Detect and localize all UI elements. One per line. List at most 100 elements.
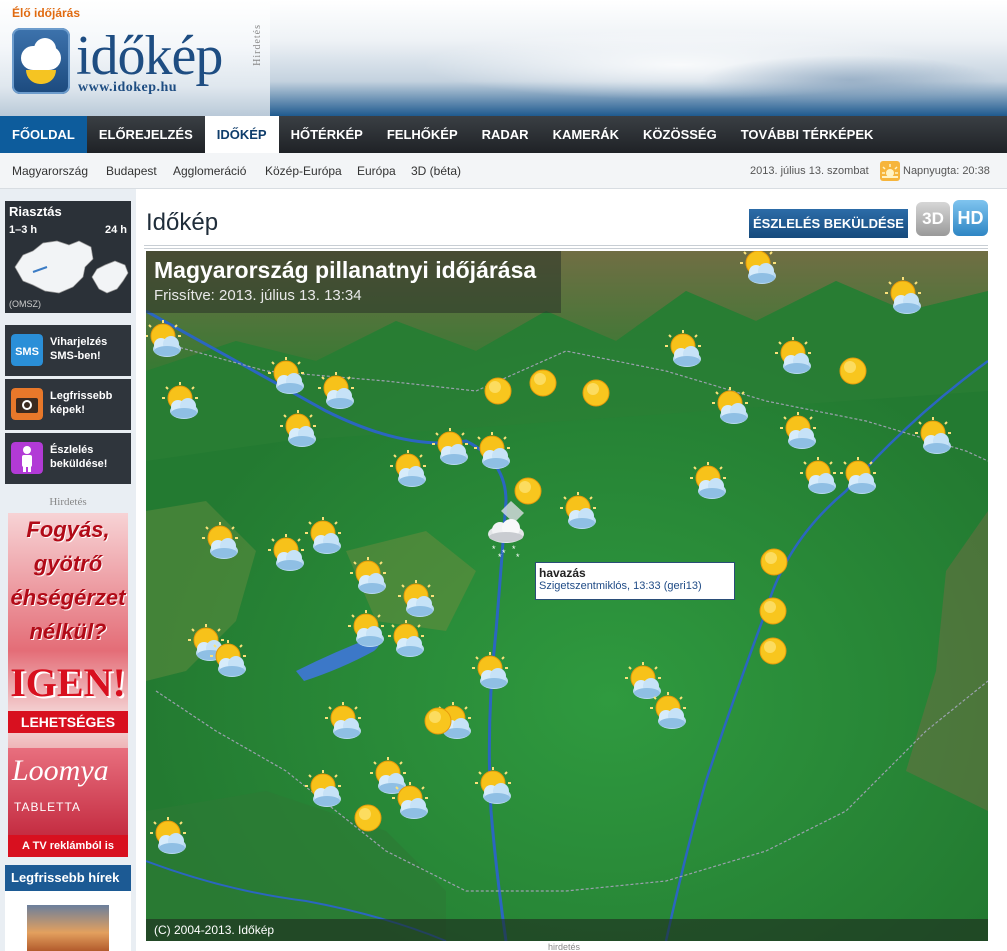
partly-cloudy-icon[interactable] <box>708 386 752 430</box>
sunny-icon[interactable] <box>751 629 795 673</box>
partly-cloudy-icon[interactable] <box>556 491 600 535</box>
ad-line-2: gyötrő <box>33 551 103 576</box>
alert-title: Riasztás <box>9 204 62 219</box>
partly-cloudy-icon[interactable] <box>276 409 320 453</box>
left-sidebar: Riasztás 1–3 h 24 h (OMSZ) SMS Viharjelz… <box>0 189 136 951</box>
partly-cloudy-icon[interactable] <box>796 456 840 500</box>
partly-cloudy-icon[interactable] <box>686 461 730 505</box>
partly-cloudy-icon[interactable] <box>386 449 430 493</box>
nav-item-idokep[interactable]: IDŐKÉP <box>204 116 279 153</box>
main-content: Időkép ÉSZLELÉS BEKÜLDÉSE 3D HD Magyaror… <box>136 189 1007 951</box>
sunny-icon[interactable] <box>521 361 565 405</box>
nav-item-felhokep[interactable]: FELHŐKÉP <box>375 116 470 153</box>
ad-line-3: éhségérzet <box>10 585 126 610</box>
submit-observation-button[interactable]: ÉSZLELÉS BEKÜLDÉSE <box>749 209 908 238</box>
sunny-icon[interactable] <box>831 349 875 393</box>
partly-cloudy-icon[interactable] <box>158 381 202 425</box>
tooltip-station: Szigetszentmiklós, 13:33 (geri13) <box>539 580 702 592</box>
hungary-alert-map-large <box>14 240 94 294</box>
sunny-icon[interactable] <box>752 540 796 584</box>
sunny-icon[interactable] <box>346 796 390 840</box>
subnav-item-3d-beta[interactable]: 3D (béta) <box>411 164 461 178</box>
station-tooltip: havazás Szigetszentmiklós, 13:33 (geri13… <box>535 562 735 600</box>
svg-text:*: * <box>498 552 502 560</box>
view-hd-button[interactable]: HD <box>953 200 988 236</box>
nav-item-kozosseg[interactable]: KÖZÖSSÉG <box>631 116 729 153</box>
sunny-icon[interactable] <box>476 369 520 413</box>
partly-cloudy-icon[interactable] <box>321 701 365 745</box>
latest-images-box[interactable]: Legfrissebb képek! <box>5 379 131 430</box>
partly-cloudy-icon[interactable] <box>836 456 880 500</box>
partly-cloudy-icon[interactable] <box>881 276 925 320</box>
nav-item-kamerak[interactable]: KAMERÁK <box>541 116 631 153</box>
nav-item-hoterkep[interactable]: HŐTÉRKÉP <box>279 116 375 153</box>
alert-source: (OMSZ) <box>9 299 41 309</box>
partly-cloudy-icon[interactable] <box>301 516 345 560</box>
subnav-item-budapest[interactable]: Budapest <box>106 164 157 178</box>
sms-alert-text: Viharjelzés SMS-ben! <box>50 336 108 362</box>
sunny-icon[interactable] <box>751 589 795 633</box>
site-logo-text[interactable]: időkép <box>76 28 223 84</box>
ad-lehetseges: LEHETSÉGES <box>8 711 128 733</box>
partly-cloudy-icon[interactable] <box>301 769 345 813</box>
nav-item-fooldal[interactable]: FŐOLDAL <box>0 116 87 153</box>
latest-images-text: Legfrissebb képek! <box>50 390 113 416</box>
live-weather-label[interactable]: Élő időjárás <box>12 6 80 20</box>
storm-alert-box[interactable]: Riasztás 1–3 h 24 h (OMSZ) <box>5 201 131 313</box>
submit-report-box[interactable]: Észlelés beküldése! <box>5 433 131 484</box>
partly-cloudy-icon[interactable] <box>468 651 512 695</box>
logo-cloud-sun-icon[interactable] <box>12 28 70 94</box>
partly-cloudy-icon[interactable] <box>471 766 515 810</box>
partly-cloudy-icon[interactable] <box>384 619 428 663</box>
site-logo-url: www.idokep.hu <box>78 80 178 95</box>
partly-cloudy-icon[interactable] <box>314 371 358 415</box>
partly-cloudy-icon[interactable] <box>736 251 780 290</box>
view-3d-button[interactable]: 3D <box>916 202 950 236</box>
partly-cloudy-icon[interactable] <box>394 579 438 623</box>
map-copyright: (C) 2004-2013. Időkép <box>154 923 275 937</box>
weather-map[interactable]: Magyarország pillanatnyi időjárása Friss… <box>146 251 988 941</box>
sms-icon: SMS <box>11 334 43 366</box>
nav-item-radar[interactable]: RADAR <box>470 116 541 153</box>
partly-cloudy-icon[interactable] <box>646 691 690 735</box>
map-footer: (C) 2004-2013. Időkép <box>146 919 988 941</box>
map-title: Magyarország pillanatnyi időjárása <box>154 257 537 283</box>
partly-cloudy-icon[interactable] <box>388 781 432 825</box>
snow-icon[interactable]: * * * * * <box>484 516 528 562</box>
ad-vertical-label: Hirdetés <box>252 24 263 66</box>
news-thumbnail[interactable] <box>27 905 109 951</box>
ad-brand: Loomya <box>12 754 109 787</box>
partly-cloudy-icon[interactable] <box>344 609 388 653</box>
subnav-item-magyarorszag[interactable]: Magyarország <box>12 164 88 178</box>
partly-cloudy-icon[interactable] <box>771 336 815 380</box>
partly-cloudy-icon[interactable] <box>428 427 472 471</box>
current-date: 2013. július 13. szombat <box>750 165 869 177</box>
sidebar-advertisement[interactable]: Fogyás, gyötrő éhségérzet nélkül? IGEN! … <box>8 513 128 857</box>
site-header: Élő időjárás időkép www.idokep.hu Hirdet… <box>0 0 1007 116</box>
sunny-icon[interactable] <box>416 699 460 743</box>
subnav-item-europa[interactable]: Európa <box>357 164 396 178</box>
subnav-item-agglomeracio[interactable]: Agglomeráció <box>173 164 246 178</box>
partly-cloudy-icon[interactable] <box>146 319 185 363</box>
partly-cloudy-icon[interactable] <box>911 416 955 460</box>
sub-nav: Magyarország Budapest Agglomeráció Közép… <box>0 153 1007 189</box>
subnav-item-kozep-europa[interactable]: Közép-Európa <box>265 164 342 178</box>
camera-icon <box>11 388 43 420</box>
sunny-icon[interactable] <box>574 371 618 415</box>
partly-cloudy-icon[interactable] <box>198 521 242 565</box>
nav-item-elorejelzes[interactable]: ELŐREJELZÉS <box>87 116 205 153</box>
partly-cloudy-icon[interactable] <box>146 816 190 860</box>
partly-cloudy-icon[interactable] <box>346 556 390 600</box>
partly-cloudy-icon[interactable] <box>264 356 308 400</box>
tooltip-condition: havazás <box>539 566 586 580</box>
below-map-ad-label: hirdetés <box>548 942 581 951</box>
partly-cloudy-icon[interactable] <box>206 639 250 683</box>
nav-item-tovabbi-terkepek[interactable]: TOVÁBBI TÉRKÉPEK <box>729 116 886 153</box>
alert-range-short: 1–3 h <box>9 224 38 236</box>
sunny-icon[interactable] <box>506 469 550 513</box>
sms-alert-box[interactable]: SMS Viharjelzés SMS-ben! <box>5 325 131 376</box>
latest-news-heading[interactable]: Legfrissebb hírek <box>5 865 131 891</box>
ad-brand-panel: Loomya TABLETTA <box>8 748 128 836</box>
partly-cloudy-icon[interactable] <box>776 411 820 455</box>
partly-cloudy-icon[interactable] <box>661 329 705 373</box>
